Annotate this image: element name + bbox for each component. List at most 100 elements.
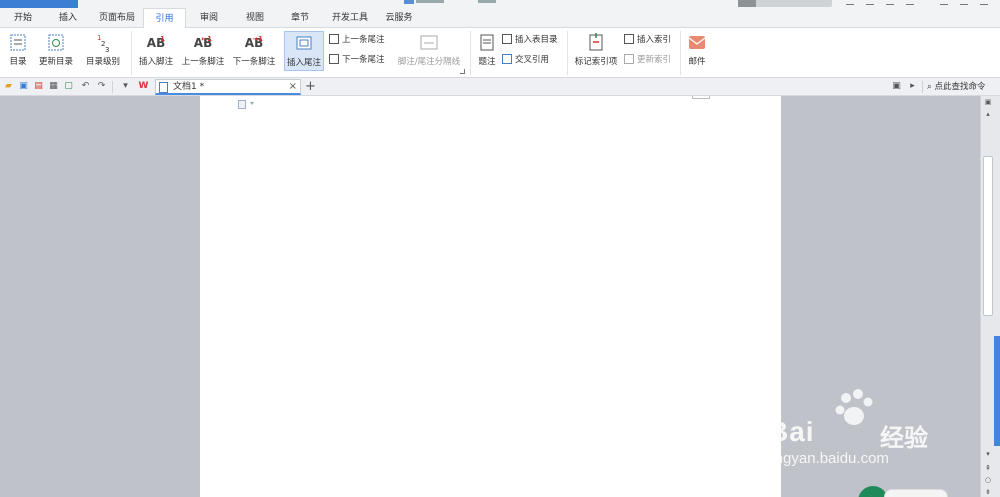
mark-index-entry-button[interactable]: 标记索引项 [572,33,620,67]
tab-home[interactable]: 开始 [6,8,40,28]
export-pdf-icon[interactable]: ▤ [33,81,44,92]
update-toc-label: 更新目录 [38,57,73,67]
vertical-scrollbar[interactable]: ▣ ▴ ▾ ⇞ ○ ⇟ [980,96,994,497]
open-icon[interactable]: ▰ [3,81,14,92]
scroll-down-icon[interactable]: ▾ [984,450,992,458]
window-maximize-button[interactable] [960,0,968,5]
print-preview-icon[interactable]: ▢ [63,81,74,92]
minimize-icon[interactable] [846,0,854,5]
toc-icon [7,33,29,53]
next-footnote-button[interactable]: AB →1 下一条脚注 [231,33,277,67]
paste-options-icon[interactable] [238,100,246,109]
task-pane-toggle-button[interactable] [994,336,1000,446]
next-endnote-button[interactable]: 下一条尾注 [329,53,385,67]
redo-icon[interactable]: ↷ [96,81,107,92]
window-close-button[interactable] [980,0,988,5]
window-title [416,0,444,3]
prev-endnote-icon [329,34,339,44]
customize-dropdown-icon[interactable]: ▾ [120,81,131,92]
table-of-figures-icon [502,34,512,44]
floating-assistant-panel[interactable] [884,489,948,497]
prev-endnote-button[interactable]: 上一条尾注 [329,33,385,47]
window-title-suffix [478,0,496,3]
avatar [738,0,756,7]
refresh-icon [45,33,67,53]
ribbon-divider [680,31,681,75]
cross-reference-button[interactable]: 交叉引用 [502,53,549,67]
fullscreen-icon[interactable]: ▣ [891,81,902,92]
task-pane-strip [994,96,1000,497]
ribbon-divider [470,31,471,75]
update-index-button[interactable]: 更新索引 [624,53,671,67]
new-tab-button[interactable]: + [305,78,316,95]
insert-endnote-icon [293,34,315,54]
update-index-label: 更新索引 [637,55,672,65]
toc-level-label: 目录级别 [85,57,120,67]
find-command-search[interactable]: ⌕ 点此查找命令 [927,80,985,94]
toc-label: 目录 [9,57,27,67]
caption-button[interactable]: 题注 [474,33,500,67]
insert-footnote-button[interactable]: AB 1 插入脚注 [136,33,176,67]
collapse-ribbon-icon[interactable]: ▸ [907,81,918,92]
tab-page-layout[interactable]: 页面布局 [92,8,142,28]
tab-cloud-service[interactable]: 云服务 [380,8,418,28]
select-browse-object-icon[interactable]: ○ [984,476,992,484]
toc-button[interactable]: 目录 [4,33,32,67]
prev-footnote-button[interactable]: AB ←1 上一条脚注 [180,33,226,67]
app-logo-button[interactable] [0,0,78,8]
scrollbar-thumb[interactable] [983,156,993,316]
document-tab-title: 文档1 * [173,82,205,92]
scroll-up-icon[interactable]: ▴ [984,110,992,118]
toc-level-button[interactable]: 123 目录级别 [80,33,126,67]
cross-reference-icon [502,54,512,64]
separator-icon [418,33,440,53]
tab-view[interactable]: 视图 [238,8,272,28]
document-icon [159,82,168,93]
tab-review[interactable]: 审阅 [192,8,226,28]
title-bar [0,0,1000,8]
document-icon [404,0,414,4]
next-endnote-icon [329,54,339,64]
help-icon[interactable] [906,0,914,5]
insert-table-of-figures-button[interactable]: 插入表目录 [502,33,558,47]
insert-footnote-label: 插入脚注 [138,57,173,67]
tab-section[interactable]: 章节 [283,8,317,28]
insert-endnote-button[interactable]: 插入尾注 [284,31,324,71]
search-icon: ⌕ [927,82,932,92]
document-tab[interactable]: 文档1 * × [155,79,301,95]
tab-developer[interactable]: 开发工具 [326,8,374,28]
restore-icon[interactable] [866,0,874,5]
ribbon: 目录 更新目录 123 目录级别 AB 1 插入脚注 AB ←1 上一条脚注 AB →… [0,28,1000,78]
tab-insert[interactable]: 插入 [52,8,84,28]
ribbon-divider [567,31,568,75]
ribbon-tabs: 开始 插入 页面布局 引用 审阅 视图 章节 开发工具 云服务 [0,8,1000,29]
dialog-launcher-icon[interactable] [460,69,465,74]
print-icon[interactable]: ▦ [48,81,59,92]
chevron-down-icon[interactable] [250,102,254,105]
quick-access-bar: ▰ ▣ ▤ ▦ ▢ ↶ ↷ ▾ W 文档1 * × + ▣ ▸ ⌕ 点此查找命令 [0,78,1000,96]
insert-index-button[interactable]: 插入索引 [624,33,671,47]
update-toc-button[interactable]: 更新目录 [36,33,76,67]
cross-reference-label: 交叉引用 [515,55,550,65]
undo-icon[interactable]: ↶ [80,81,91,92]
toolbar-divider [922,81,923,93]
footnote-separator-button[interactable]: 脚注/尾注分隔线 [394,33,464,67]
tab-references[interactable]: 引用 [143,8,186,29]
previous-page-icon[interactable]: ⇞ [984,464,992,472]
prev-footnote-label: 上一条脚注 [181,57,225,67]
toolbar-divider [112,81,113,93]
next-page-icon[interactable]: ⇟ [984,488,992,496]
mail-button[interactable]: 邮件 [684,33,710,67]
window-minimize-button[interactable] [940,0,948,5]
save-icon[interactable]: ▣ [18,81,29,92]
split-view-icon[interactable]: ▣ [984,98,992,106]
settings-icon[interactable] [886,0,894,5]
document-page[interactable] [200,96,781,497]
wps-logo-icon[interactable]: W [138,81,149,92]
insert-footnote-icon: AB 1 [146,35,166,50]
insert-index-icon [624,34,634,44]
close-tab-icon[interactable]: × [289,80,297,94]
mail-label: 邮件 [688,57,706,67]
ribbon-divider [131,31,132,75]
next-footnote-label: 下一条脚注 [232,57,276,67]
